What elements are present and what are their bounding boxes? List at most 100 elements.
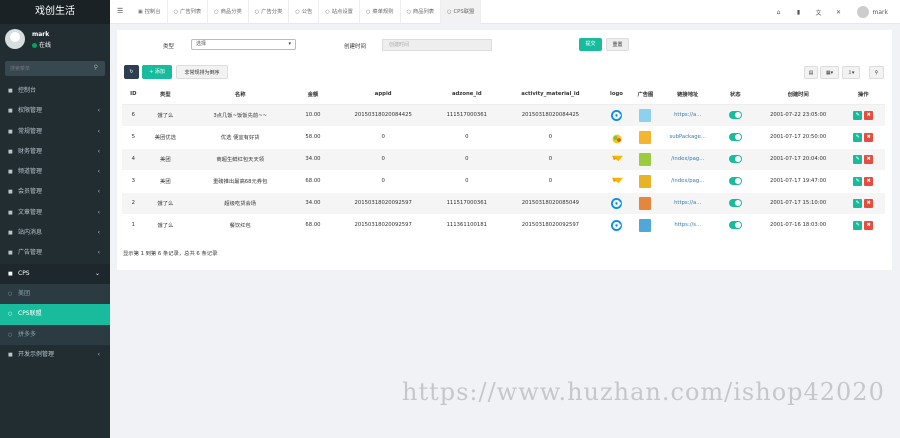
column-header[interactable]: 链接地址 [659,85,716,105]
column-header[interactable]: 广告图 [630,85,660,105]
nav-tab-3[interactable]: ○ 广告分类 [249,0,290,24]
sort-button[interactable]: 非常规排为倒序 [176,65,228,79]
column-header[interactable]: 类型 [144,85,186,105]
status-toggle[interactable] [728,111,742,119]
table-body: 6 饿了么 3点几饭~饭饭先前~~ 10.00 20150318020084425 111… [122,104,885,237]
delete-icon[interactable]: ✖ [864,198,874,208]
sidebar-item-4[interactable]: ■ 频道管理 ‹ [0,162,110,182]
home-icon[interactable]: ⌂ [769,9,789,16]
edit-icon[interactable]: ✎ [853,132,863,142]
nav-tab-2[interactable]: ○ 商品分类 [208,0,249,24]
column-header[interactable]: ID [122,85,145,105]
edit-icon[interactable]: ✎ [853,176,863,186]
cell-id: 3 [122,170,145,193]
delete-icon[interactable]: ✖ [864,176,874,186]
edit-icon[interactable]: ✎ [853,154,863,164]
language-icon[interactable]: 文 [809,8,829,17]
sidebar-item-10[interactable]: ○ 美团 [0,283,110,305]
trash-icon[interactable]: ▮ [789,9,809,16]
sidebar-item-3[interactable]: ■ 财务管理 ‹ [0,142,110,162]
cell-appid: 0 [331,170,435,193]
menu-toggle-icon[interactable]: ☰ [117,7,123,15]
delete-icon[interactable]: ✖ [864,220,874,230]
edit-icon[interactable]: ✎ [853,110,863,120]
export-dropdown-icon[interactable]: ⇩▾ [842,66,860,79]
status-toggle[interactable] [728,199,742,207]
table-row: 2 饿了么 超级吃货会场 34.00 20150318020092597 11151700… [122,192,885,215]
submit-button[interactable]: 提交 [579,38,602,51]
edit-icon[interactable]: ✎ [853,198,863,208]
sidebar-item-6[interactable]: ■ 文章管理 ‹ [0,203,110,223]
sidebar-item-5[interactable]: ■ 会员管理 ‹ [0,182,110,202]
add-button[interactable]: + 添加 [142,65,172,79]
sidebar-item-2[interactable]: ■ 常规管理 ‹ [0,122,110,142]
ad-thumbnail[interactable] [639,174,652,188]
column-header[interactable]: appid [331,85,435,105]
delete-icon[interactable]: ✖ [864,132,874,142]
sidebar-item-11[interactable]: ○ CPS联盟 [0,304,110,325]
list-icon: ■ [8,169,13,176]
brand-logo[interactable]: 戏创生活 [0,0,110,24]
cell-url-link[interactable]: https://a... [659,104,716,127]
status-toggle[interactable] [728,155,742,163]
sidebar-search-input[interactable] [5,61,105,76]
nav-tab-1[interactable]: ○ 广告列表 [168,0,209,24]
nav-tab-5[interactable]: ○ 站点设置 [319,0,360,24]
sidebar-item-13[interactable]: ■ 开发示例管理 ‹ [0,345,110,365]
status-toggle[interactable] [728,133,742,141]
ad-thumbnail[interactable] [639,108,652,122]
delete-icon[interactable]: ✖ [864,110,874,120]
cell-actions: ✎ ✖ [841,170,885,193]
status-toggle[interactable] [728,177,742,185]
search-toggle-icon[interactable]: ⚲ [869,66,884,79]
cell-url-link[interactable]: https://s... [659,214,716,237]
sidebar-item-9[interactable]: ■ CPS ⌄ [0,263,110,284]
nav-tab-8[interactable]: ○ CPS联盟 [441,0,482,24]
column-header[interactable]: 状态 [715,85,755,105]
cell-ad-image [630,148,660,171]
time-input[interactable]: 创建时间 [382,39,492,51]
tab-circle-icon: ▣ [138,9,143,15]
column-header[interactable]: activity_material_id [498,85,603,105]
chevron-icon: ‹ [97,168,100,176]
table-view-icon[interactable]: ▤ [804,66,818,79]
sidebar-item-7[interactable]: ■ 站内消息 ‹ [0,223,110,243]
edit-icon[interactable]: ✎ [853,220,863,230]
sidebar-item-0[interactable]: ■ 控制台 [0,81,110,101]
nav-tab-6[interactable]: ○ 菜单规则 [360,0,401,24]
ad-thumbnail[interactable] [639,218,652,232]
ad-thumbnail[interactable] [639,196,652,210]
ad-thumbnail[interactable] [639,130,652,144]
cell-name: 3点几饭~饭饭先前~~ [186,104,295,127]
column-header[interactable]: adzone_id [434,85,499,105]
cell-url-link[interactable]: /index/pag... [659,170,716,193]
nav-tab-0[interactable]: ▣ 控制台 [132,0,168,24]
sidebar-item-12[interactable]: ○ 拼多多 [0,324,110,345]
reset-button[interactable]: 重置 [606,38,629,51]
fullscreen-icon[interactable]: ✕ [829,9,849,16]
column-header[interactable]: 名称 [186,85,295,105]
cell-url-link[interactable]: /index/pag... [659,148,716,171]
type-select[interactable]: 选择 ▾ [191,39,296,50]
top-username[interactable]: mark [873,9,888,16]
top-avatar[interactable] [856,6,869,18]
column-header[interactable]: 操作 [841,85,885,105]
status-toggle[interactable] [728,221,742,229]
columns-dropdown-icon[interactable]: ▦▾ [820,66,839,79]
cell-material: 0 [498,170,603,193]
meituan-logo-icon [611,176,623,187]
column-header[interactable]: 创建时间 [754,85,842,105]
search-icon[interactable]: ⚲ [94,64,98,71]
nav-tab-4[interactable]: ○ 公告 [289,0,320,24]
delete-icon[interactable]: ✖ [864,154,874,164]
sidebar-item-8[interactable]: ■ 广告管理 ‹ [0,243,110,263]
cell-url-link[interactable]: https://a... [659,192,716,215]
refresh-button[interactable]: ↻ [124,65,139,79]
avatar [5,29,25,49]
nav-tab-7[interactable]: ○ 商品列表 [401,0,442,24]
column-header[interactable]: logo [602,85,631,105]
cell-url-link[interactable]: subPackage... [659,126,716,149]
ad-thumbnail[interactable] [639,152,652,166]
sidebar-item-1[interactable]: ■ 权限管理 ‹ [0,101,110,121]
column-header[interactable]: 金额 [294,85,332,105]
